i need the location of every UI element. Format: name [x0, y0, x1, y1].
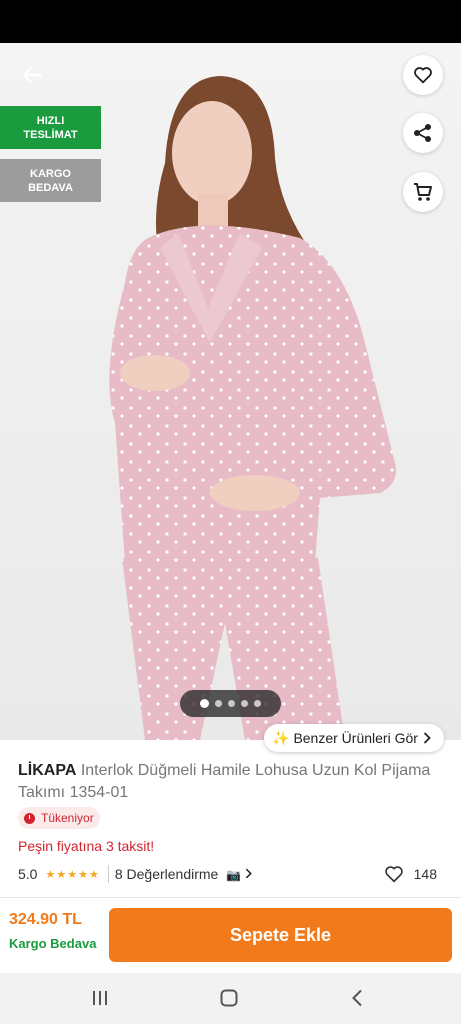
gallery-dot[interactable]	[200, 699, 209, 708]
share-button[interactable]	[403, 113, 443, 153]
favorite-button[interactable]	[403, 55, 443, 95]
star-icon: ★	[78, 868, 89, 881]
rating-row: 5.0 ★★★★★ 8 Değerlendirme 📷 148	[18, 863, 443, 885]
similar-products-label: Benzer Ürünleri Gör	[293, 730, 418, 746]
similar-products-button[interactable]: ✨ Benzer Ürünleri Gör	[264, 724, 444, 752]
star-icon: ★	[67, 868, 79, 881]
cargo-free-label: Kargo Bedava	[9, 936, 97, 951]
brand-name[interactable]: LİKAPA	[18, 762, 76, 779]
installment-text: Peşin fiyatına 3 taksit!	[18, 838, 155, 854]
star-icon: ★	[56, 868, 68, 881]
recent-apps-button[interactable]	[86, 985, 114, 1011]
system-back-button[interactable]	[345, 985, 369, 1011]
system-nav-bar	[0, 973, 461, 1024]
badge-line: KARGO	[30, 167, 71, 180]
product-title: LİKAPA Interlok Düğmeli Hamile Lohusa Uz…	[18, 760, 448, 804]
rating-score: 5.0	[18, 866, 38, 882]
product-name: Interlok Düğmeli Hamile Lohusa Uzun Kol …	[18, 762, 431, 801]
stock-status-label: Tükeniyor	[41, 811, 94, 825]
chevron-right-icon	[423, 732, 431, 744]
add-to-cart-button[interactable]: Sepete Ekle	[109, 908, 452, 962]
gallery-dot[interactable]	[228, 700, 235, 707]
gallery-dot[interactable]	[215, 700, 222, 707]
gallery-dot[interactable]	[241, 700, 248, 707]
back-button[interactable]	[14, 60, 50, 90]
recent-apps-icon	[93, 991, 107, 1005]
divider	[107, 865, 109, 883]
favorite-count-value: 148	[413, 866, 437, 882]
cart-button[interactable]	[403, 172, 443, 212]
star-rating: ★★★★★	[45, 868, 99, 881]
heart-icon	[414, 67, 432, 84]
cart-icon	[414, 183, 432, 201]
badge-line: TESLİMAT	[23, 128, 78, 141]
product-info: LİKAPA Interlok Düğmeli Hamile Lohusa Uz…	[18, 760, 448, 804]
price: 324.90 TL	[9, 911, 82, 928]
gallery-pagination[interactable]	[180, 690, 281, 717]
free-cargo-badge: KARGO BEDAVA	[0, 159, 101, 202]
fast-delivery-badge: HIZLI TESLİMAT	[0, 106, 101, 149]
reviews-link[interactable]: 8 Değerlendirme 📷	[115, 866, 252, 882]
back-arrow-icon	[22, 66, 42, 84]
sparkle-icon: ✨	[272, 729, 290, 746]
star-icon: ★	[45, 868, 57, 881]
nav-back-icon	[352, 989, 362, 1007]
reviews-label: 8 Değerlendirme	[114, 866, 219, 882]
clock-icon	[24, 812, 35, 824]
star-icon: ★	[88, 868, 100, 881]
share-icon	[414, 124, 431, 142]
badge-line: BEDAVA	[28, 181, 73, 194]
gallery-dot[interactable]	[254, 700, 261, 707]
stock-status-badge: Tükeniyor	[18, 807, 100, 829]
home-icon	[220, 989, 238, 1007]
chevron-right-icon	[245, 868, 252, 879]
heart-icon	[384, 866, 403, 883]
home-button[interactable]	[216, 985, 242, 1011]
status-bar	[0, 0, 461, 43]
badge-line: HIZLI	[36, 114, 65, 127]
favorite-count[interactable]: 148	[384, 865, 437, 883]
purchase-bar: 324.90 TL Kargo Bedava Sepete Ekle	[0, 897, 461, 973]
camera-icon: 📷	[226, 868, 242, 882]
